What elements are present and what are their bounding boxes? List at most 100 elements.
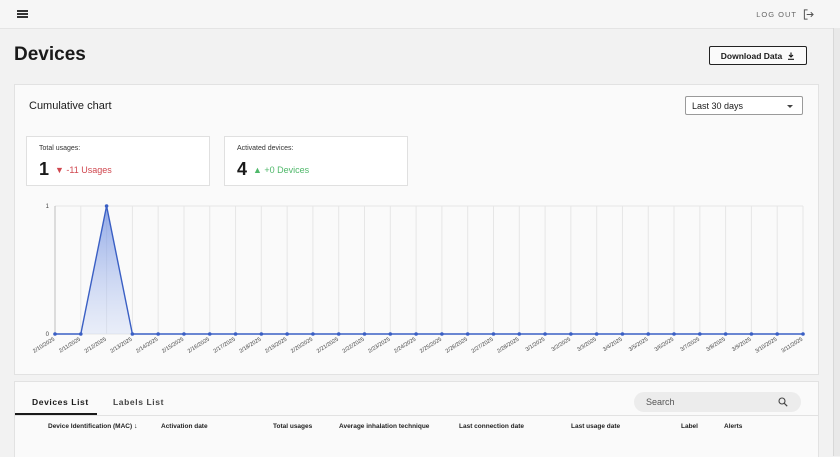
data-point (156, 332, 160, 336)
x-tick-label: 2/15/2025 (161, 337, 185, 355)
data-point (749, 332, 754, 336)
tab-labels-list[interactable]: Labels List (113, 397, 164, 407)
x-tick-label: 2/26/2025 (445, 337, 469, 355)
x-tick-label: 3/5/2025 (628, 337, 649, 353)
x-tick-label: 2/24/2025 (393, 337, 417, 355)
x-tick-label: 3/6/2025 (654, 337, 675, 353)
x-tick-label: 3/2/2025 (551, 337, 572, 353)
data-point (775, 332, 780, 336)
x-tick-label: 2/23/2025 (367, 337, 391, 355)
data-point (78, 332, 83, 336)
data-point (311, 332, 315, 336)
x-tick-label: 3/7/2025 (680, 337, 701, 353)
data-point (388, 332, 393, 336)
data-point (801, 332, 805, 336)
data-point (723, 332, 728, 336)
search-icon[interactable] (778, 397, 788, 407)
x-tick-label: 2/25/2025 (419, 337, 443, 355)
x-tick-label: 3/1/2025 (525, 337, 546, 353)
x-tick-label: 2/22/2025 (342, 337, 366, 355)
total-usages-delta: ▼ -11 Usages (55, 165, 112, 175)
x-tick-label: 2/27/2025 (471, 337, 495, 355)
x-tick-label: 3/9/2025 (731, 337, 752, 353)
x-tick-label: 2/12/2025 (84, 337, 108, 355)
series-line (55, 205, 803, 335)
data-point (646, 332, 651, 336)
series-area (55, 206, 803, 334)
data-point (53, 332, 57, 336)
data-point (698, 332, 702, 336)
hamburger-menu-icon[interactable] (17, 10, 28, 18)
data-point (620, 332, 625, 336)
total-usages-value: 1 (39, 159, 50, 179)
data-point (130, 332, 135, 336)
column-last-usage[interactable]: Last usage date (571, 423, 620, 430)
x-tick-label: 2/28/2025 (496, 337, 520, 355)
chart-card-title: Cumulative chart (29, 100, 112, 112)
data-point (285, 332, 289, 336)
x-tick-label: 3/8/2025 (705, 337, 726, 353)
column-mac[interactable]: Device Identification (MAC) ↓ (48, 423, 137, 430)
activated-devices-label: Activated devices: (237, 145, 294, 152)
logout-icon (803, 9, 814, 20)
table-header: Device Identification (MAC) ↓ Activation… (15, 420, 818, 434)
data-point (465, 332, 470, 336)
x-tick-label: 3/3/2025 (576, 337, 597, 353)
scrollbar[interactable] (833, 28, 840, 456)
total-usages-stat: Total usages: 1 ▼ -11 Usages (26, 136, 210, 186)
column-last-connection[interactable]: Last connection date (459, 423, 524, 430)
column-avg-inhalation[interactable]: Average inhalation technique (339, 423, 429, 430)
data-point (207, 332, 212, 336)
x-tick-label: 2/21/2025 (316, 337, 340, 355)
x-tick-label: 2/16/2025 (187, 337, 211, 355)
logout-label: LOG OUT (756, 10, 797, 19)
chevron-down-icon (787, 105, 793, 108)
data-point (594, 332, 599, 336)
x-tick-label: 2/17/2025 (213, 337, 237, 355)
logout-button[interactable]: LOG OUT (756, 9, 814, 20)
activated-devices-delta: ▲ +0 Devices (253, 165, 310, 175)
x-tick-label: 2/19/2025 (264, 337, 288, 355)
data-point (491, 332, 496, 336)
top-bar: LOG OUT (0, 0, 840, 29)
data-point (336, 332, 341, 336)
page-title: Devices (14, 44, 86, 65)
data-point (259, 332, 264, 336)
x-tick-label: 2/11/2025 (58, 337, 82, 355)
data-point (182, 332, 186, 336)
y-tick-label: 0 (46, 332, 50, 338)
sort-arrow-icon: ↓ (133, 423, 138, 430)
date-range-value: Last 30 days (692, 100, 744, 111)
x-tick-label: 3/11/2025 (780, 337, 804, 355)
x-tick-label: 3/4/2025 (602, 337, 623, 353)
data-point (517, 332, 522, 336)
x-tick-label: 2/18/2025 (238, 337, 262, 355)
x-tick-label: 2/14/2025 (135, 337, 159, 355)
activated-devices-stat: Activated devices: 4 ▲ +0 Devices (224, 136, 408, 186)
x-tick-label: 3/10/2025 (754, 337, 778, 355)
active-tab-indicator (15, 413, 97, 415)
data-point (672, 332, 676, 336)
data-point (569, 332, 573, 336)
data-point (543, 332, 547, 336)
cumulative-line-chart: 012/10/2025 2/11/2025 2/12/2025 2/13/2025 2/… (32, 204, 805, 355)
list-tabs: Devices List Labels List (15, 382, 818, 416)
data-point (440, 332, 444, 336)
column-alerts[interactable]: Alerts (724, 423, 742, 430)
total-usages-label: Total usages: (39, 145, 81, 152)
column-activation-date[interactable]: Activation date (161, 423, 208, 430)
column-mac-label: Device Identification (MAC) (48, 423, 133, 430)
download-data-label: Download Data (720, 50, 783, 61)
download-data-button[interactable]: Download Data (709, 46, 807, 65)
y-tick-label: 1 (46, 204, 50, 210)
tab-devices-list[interactable]: Devices List (32, 397, 89, 407)
date-range-select[interactable]: Last 30 days (685, 96, 803, 115)
x-tick-label: 2/13/2025 (110, 337, 134, 355)
column-label[interactable]: Label (681, 423, 698, 430)
data-point (233, 332, 238, 336)
devices-list-card: Devices List Labels List Device Identifi… (14, 381, 819, 457)
x-tick-label: 2/10/2025 (32, 337, 56, 355)
x-tick-label: 2/20/2025 (290, 337, 314, 355)
column-total-usages[interactable]: Total usages (273, 423, 312, 430)
search-input[interactable] (634, 392, 801, 412)
